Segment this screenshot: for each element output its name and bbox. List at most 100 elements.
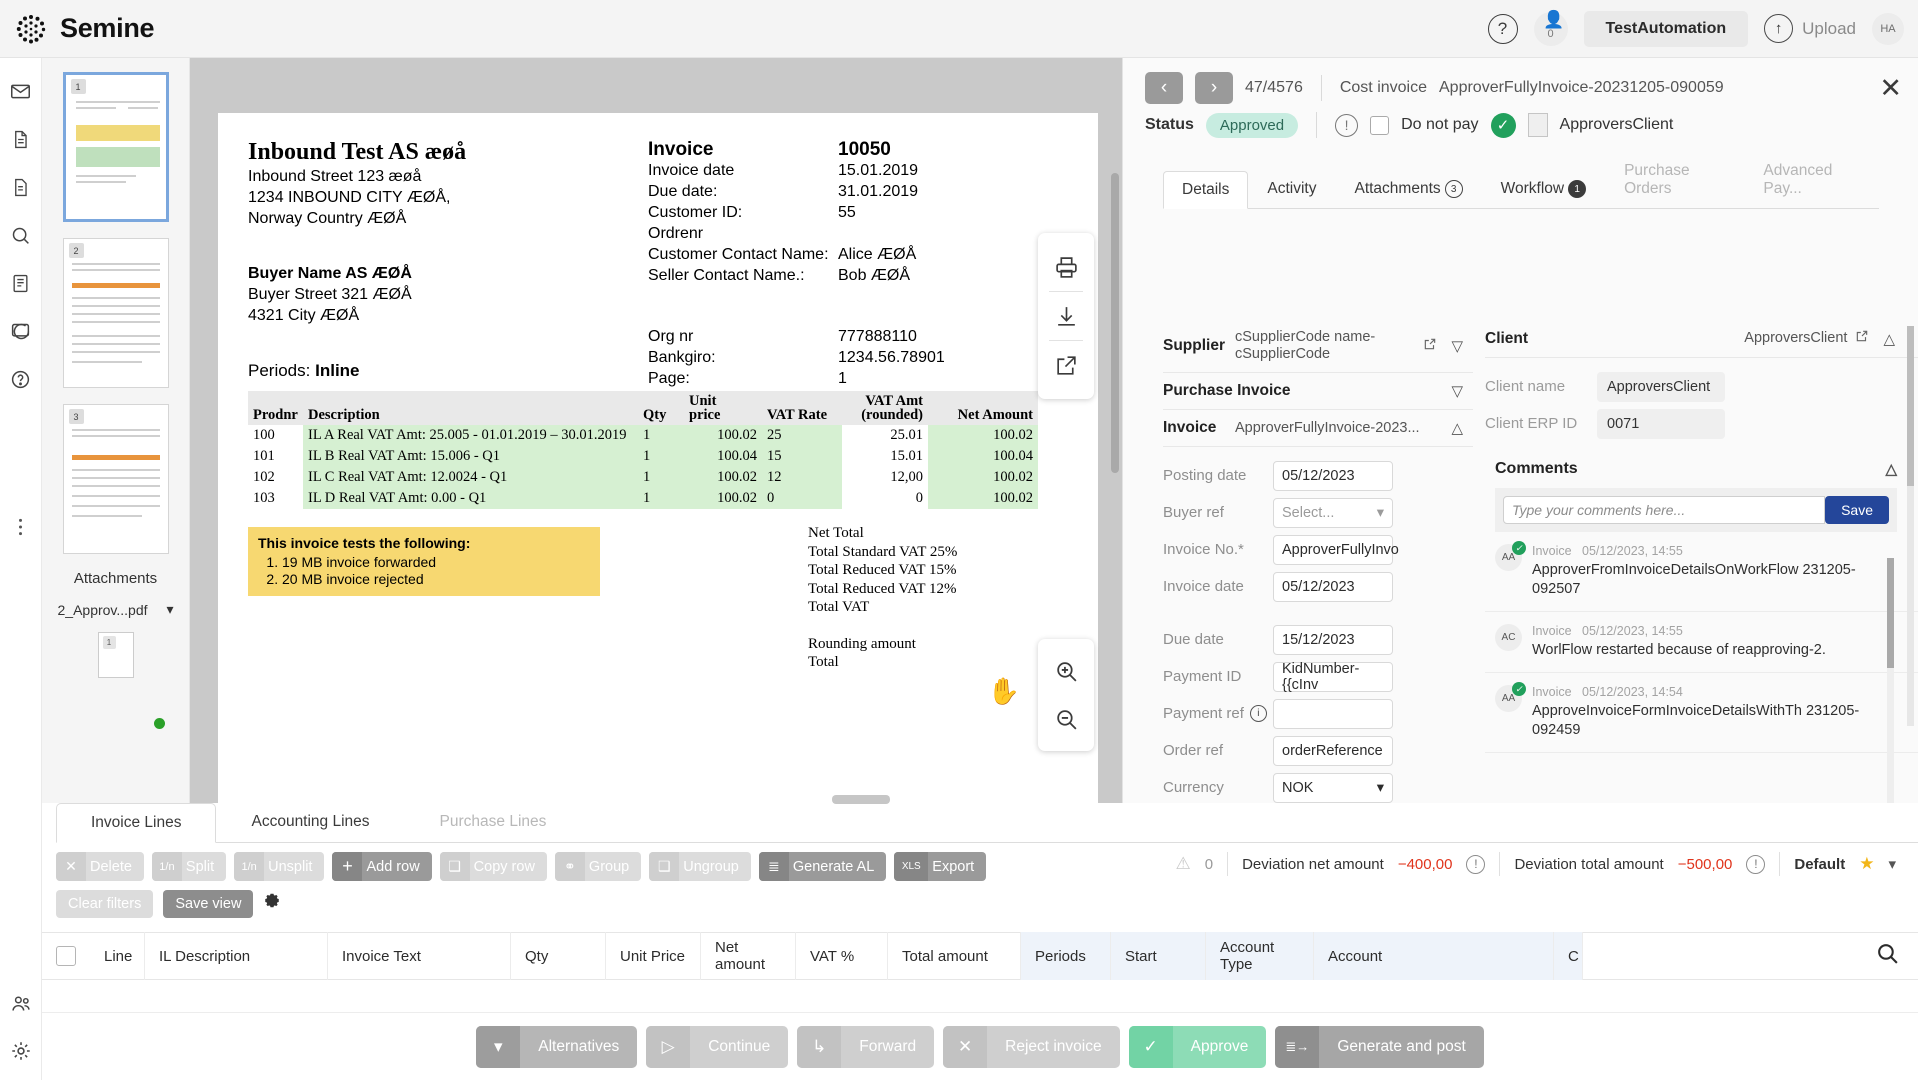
group-button[interactable]: ⚭Group: [555, 852, 641, 881]
help-icon[interactable]: ?: [1488, 14, 1518, 44]
payment-id-input[interactable]: KidNumber-{{cInv: [1273, 662, 1393, 692]
sidebar-item-help[interactable]: [10, 368, 32, 390]
sidebar-item-settings[interactable]: [10, 1040, 32, 1062]
open-external-icon[interactable]: [1423, 337, 1437, 356]
buyer-ref-select[interactable]: Select... ▾: [1273, 498, 1393, 528]
payment-ref-input[interactable]: [1273, 699, 1393, 729]
export-button[interactable]: XLSExport: [894, 852, 986, 881]
info-icon[interactable]: i: [1250, 705, 1267, 722]
column-net-amount[interactable]: Net amount: [701, 932, 796, 980]
alert-icon[interactable]: !: [1335, 114, 1358, 137]
comment-input[interactable]: Type your comments here...: [1503, 496, 1825, 524]
sidebar-item-messages[interactable]: [10, 320, 32, 342]
column-periods[interactable]: Periods: [1021, 932, 1111, 980]
tab-attachments[interactable]: Attachments3: [1335, 170, 1481, 208]
invoice-no-input[interactable]: ApproverFullyInvo: [1273, 535, 1393, 565]
unsplit-button[interactable]: 1/nUnsplit: [234, 852, 324, 881]
alternatives-button[interactable]: ▾Alternatives: [476, 1026, 637, 1068]
column-partial[interactable]: C: [1554, 932, 1583, 980]
generate-and-post-button[interactable]: ≣→Generate and post: [1275, 1026, 1483, 1068]
accordion-client[interactable]: Client ApproversClient △: [1485, 320, 1918, 358]
sidebar-item-search-docs[interactable]: [10, 224, 32, 246]
thumbnail-page-3[interactable]: 3: [63, 404, 169, 554]
panel-scrollbar[interactable]: [1907, 326, 1914, 726]
accordion-invoice[interactable]: Invoice ApproverFullyInvoice-2023... △: [1163, 410, 1473, 447]
print-icon[interactable]: [1043, 243, 1089, 291]
download-icon[interactable]: [1043, 292, 1089, 340]
open-external-icon[interactable]: [1855, 329, 1869, 348]
accordion-supplier[interactable]: Supplier cSupplierCode name-cSupplierCod…: [1163, 320, 1473, 373]
tenant-button[interactable]: TestAutomation: [1584, 11, 1749, 47]
pan-hand-icon[interactable]: ✋: [988, 676, 1020, 707]
select-all-checkbox[interactable]: [56, 946, 76, 966]
save-comment-button[interactable]: Save: [1825, 496, 1889, 524]
gear-icon[interactable]: [263, 893, 281, 916]
sidebar-item-reports[interactable]: [10, 272, 32, 294]
column-start[interactable]: Start: [1111, 932, 1206, 980]
tab-workflow[interactable]: Workflow1: [1482, 170, 1605, 208]
sidebar-more-icon[interactable]: [10, 516, 32, 538]
currency-select[interactable]: NOK ▾: [1273, 773, 1393, 803]
chevron-down-icon[interactable]: ▽: [1451, 337, 1463, 355]
sidebar-item-documents[interactable]: [10, 128, 32, 150]
attachment-thumbnail[interactable]: 1: [98, 632, 134, 678]
column-vat-percent[interactable]: VAT %: [796, 932, 888, 980]
save-view-button[interactable]: Save view: [163, 890, 253, 918]
zoom-out-icon[interactable]: [1043, 695, 1089, 743]
avatar[interactable]: HA: [1872, 13, 1904, 45]
tab-invoice-lines[interactable]: Invoice Lines: [56, 803, 216, 843]
alert-icon[interactable]: !: [1746, 855, 1765, 874]
upload-button[interactable]: ↑ Upload: [1764, 14, 1856, 43]
thumbnail-page-1[interactable]: 1: [63, 72, 169, 222]
tab-accounting-lines[interactable]: Accounting Lines: [216, 802, 404, 842]
sidebar-item-inbox[interactable]: [10, 80, 32, 102]
column-total-amount[interactable]: Total amount: [888, 932, 1021, 980]
add-row-button[interactable]: +Add row: [332, 852, 431, 881]
attachment-preview-icon[interactable]: [1528, 113, 1548, 137]
column-invoice-text[interactable]: Invoice Text: [328, 932, 511, 980]
chevron-up-icon[interactable]: △: [1883, 330, 1895, 348]
clear-filters-button[interactable]: Clear filters: [56, 890, 153, 918]
document-viewer[interactable]: Inbound Test AS æøå Inbound Street 123 æ…: [190, 58, 1122, 803]
close-icon[interactable]: ✕: [1879, 73, 1902, 104]
zoom-in-icon[interactable]: [1043, 647, 1089, 695]
copy-row-button[interactable]: ❑Copy row: [440, 852, 547, 881]
document-scrollbar[interactable]: [1111, 173, 1119, 473]
thumbnail-page-2[interactable]: 2: [63, 238, 169, 388]
tab-activity[interactable]: Activity: [1248, 170, 1335, 208]
approve-button[interactable]: ✓Approve: [1129, 1026, 1267, 1068]
chevron-up-icon[interactable]: △: [1885, 460, 1897, 478]
column-qty[interactable]: Qty: [511, 932, 606, 980]
invoice-date-input[interactable]: 05/12/2023: [1273, 572, 1393, 602]
column-unit-price[interactable]: Unit Price: [606, 932, 701, 980]
chevron-down-icon[interactable]: ▽: [1451, 382, 1463, 400]
accordion-purchase-invoice[interactable]: Purchase Invoice ▽: [1163, 373, 1473, 410]
generate-al-button[interactable]: ≣Generate AL: [759, 852, 886, 881]
posting-date-input[interactable]: 05/12/2023: [1273, 461, 1393, 491]
attachment-file-select[interactable]: 2_Approv...pdf ▾: [58, 601, 174, 618]
next-invoice-button[interactable]: ›: [1195, 72, 1233, 104]
due-date-input[interactable]: 15/12/2023: [1273, 625, 1393, 655]
comments-header[interactable]: Comments △: [1495, 460, 1897, 478]
order-ref-input[interactable]: orderReference: [1273, 736, 1393, 766]
open-external-icon[interactable]: [1043, 341, 1089, 389]
star-icon[interactable]: ★: [1859, 854, 1874, 874]
delete-button[interactable]: ✕Delete: [56, 852, 144, 881]
brand[interactable]: Semine: [0, 12, 154, 46]
alert-icon[interactable]: !: [1466, 855, 1485, 874]
split-button[interactable]: 1/nSplit: [152, 852, 226, 881]
column-account-type[interactable]: Account Type: [1206, 932, 1314, 980]
chevron-down-icon[interactable]: ▾: [1888, 855, 1896, 873]
search-icon[interactable]: [1875, 941, 1918, 972]
notifications-button[interactable]: 👤 0: [1534, 12, 1568, 46]
column-account[interactable]: Account: [1314, 932, 1554, 980]
prev-invoice-button[interactable]: ‹: [1145, 72, 1183, 104]
tab-details[interactable]: Details: [1163, 171, 1248, 209]
column-il-description[interactable]: IL Description: [145, 932, 328, 980]
column-line[interactable]: Line: [90, 932, 145, 980]
chevron-up-icon[interactable]: △: [1451, 419, 1463, 437]
sidebar-item-archive[interactable]: [10, 176, 32, 198]
ungroup-button[interactable]: ❑Ungroup: [649, 852, 751, 881]
do-not-pay-checkbox[interactable]: [1370, 116, 1389, 135]
sidebar-item-users[interactable]: [10, 992, 32, 1014]
